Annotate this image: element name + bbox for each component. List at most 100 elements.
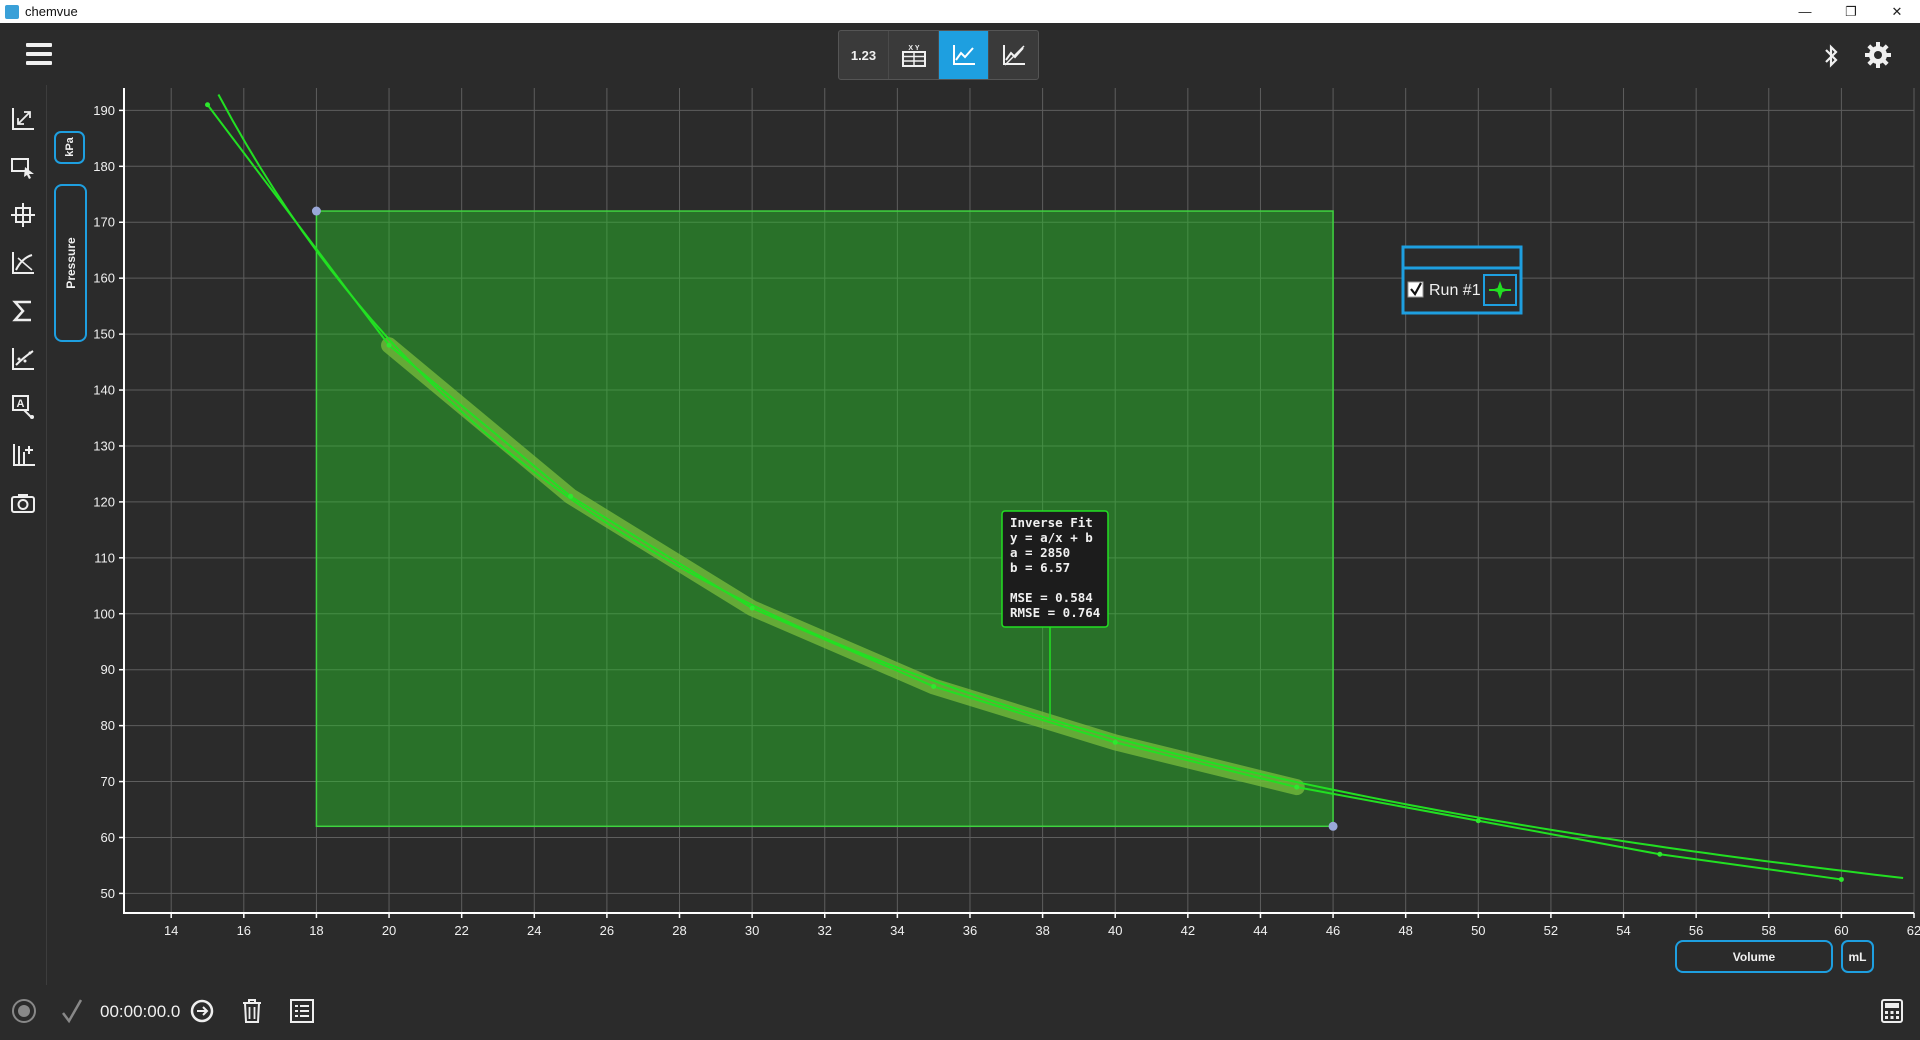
y-axis-label: Pressure — [64, 237, 78, 289]
annotation-icon: A — [12, 395, 34, 419]
graph-icon — [952, 45, 975, 65]
menu-icon[interactable] — [26, 43, 52, 65]
graph-view-button[interactable] — [939, 31, 989, 79]
data-point — [1475, 818, 1481, 824]
table-icon-text: X Y — [908, 45, 919, 52]
x-tick-label: 22 — [454, 923, 468, 938]
graph-panel[interactable]: 14 16 18 20 22 24 26 28 30 32 34 36 38 40 42 44 46 48 50 52… — [52, 85, 1920, 985]
y-tick-label: 100 — [93, 606, 115, 621]
window-controls: — ❐ ✕ — [1782, 0, 1920, 23]
view-mode-group: 1.23 X Y — [838, 30, 1039, 80]
data-sets-button[interactable] — [288, 997, 316, 1025]
x-tick-label: 54 — [1616, 923, 1630, 938]
data-point — [1657, 851, 1663, 857]
data-point — [1294, 784, 1300, 790]
fit-info-box[interactable]: Inverse Fit y = a/x + b a = 2850 b = 6.5… — [1001, 510, 1109, 628]
data-point — [386, 342, 392, 348]
fit-equation: y = a/x + b — [1010, 530, 1093, 545]
x-unit-button[interactable]: mL — [1841, 940, 1874, 973]
record-icon — [12, 999, 36, 1023]
y-tick-label: 50 — [101, 886, 115, 901]
legend[interactable]: Run #1 — [1401, 245, 1523, 315]
x-tick-label: 32 — [818, 923, 832, 938]
checkmark-icon — [62, 999, 83, 1024]
bluetooth-icon[interactable] — [1820, 43, 1842, 69]
y-tick-label: 120 — [93, 494, 115, 509]
y-unit-label: kPa — [64, 136, 76, 156]
x-tick-label: 60 — [1834, 923, 1848, 938]
examine-button[interactable] — [0, 191, 46, 239]
left-toolbar-divider — [46, 85, 47, 985]
window-titlebar: chemvue — ❐ ✕ — [0, 0, 1920, 23]
data-point — [931, 683, 937, 689]
selection-region[interactable] — [315, 210, 1334, 828]
y-tick-label: 160 — [93, 271, 115, 286]
legend-run-1-label: Run #1 — [1429, 282, 1481, 299]
annotation-button[interactable]: A — [0, 383, 46, 431]
selection-handle-top-left[interactable] — [311, 206, 321, 216]
x-tick-label: 46 — [1326, 923, 1340, 938]
record-button[interactable] — [10, 997, 38, 1025]
minimize-button[interactable]: — — [1782, 0, 1828, 23]
x-label-button[interactable]: Volume — [1675, 940, 1833, 973]
selection-handle-bottom-right[interactable] — [1328, 821, 1338, 831]
curve-fit-button[interactable] — [0, 335, 46, 383]
left-toolbar: A — [0, 95, 46, 527]
y-tick-label: 180 — [93, 159, 115, 174]
keep-button[interactable] — [60, 997, 84, 1025]
table-view-button[interactable]: X Y — [889, 31, 939, 79]
graph-table-icon — [1002, 45, 1025, 66]
y-unit-button[interactable]: kPa — [54, 131, 85, 164]
examine-icon — [11, 203, 35, 227]
x-tick-label: 20 — [382, 923, 396, 938]
x-tick-label: 36 — [963, 923, 977, 938]
x-tick-label: 26 — [600, 923, 614, 938]
y-tick-label: 150 — [93, 327, 115, 342]
restore-button[interactable]: ❐ — [1828, 0, 1874, 23]
y-tick-label: 80 — [101, 718, 115, 733]
x-tick-label: 48 — [1398, 923, 1412, 938]
y-label-button[interactable]: Pressure — [54, 184, 87, 342]
x-tick-label: 42 — [1181, 923, 1195, 938]
x-tick-label: 24 — [527, 923, 541, 938]
calculator-button[interactable] — [1878, 997, 1906, 1025]
chart-svg[interactable]: 14 16 18 20 22 24 26 28 30 32 34 36 38 40 42 44 46 48 50 52… — [52, 85, 1920, 985]
legend-run-1-style-button[interactable] — [1483, 274, 1517, 306]
statistics-button[interactable] — [0, 287, 46, 335]
x-tick-label: 52 — [1544, 923, 1558, 938]
tangent-icon — [12, 252, 34, 274]
svg-text:A: A — [17, 398, 25, 410]
statistics-icon — [12, 300, 31, 322]
x-tick-label: 18 — [309, 923, 323, 938]
app-icon — [5, 4, 19, 19]
x-tick-label: 44 — [1253, 923, 1267, 938]
graph-table-view-button[interactable] — [989, 31, 1038, 79]
data-point — [1112, 739, 1118, 745]
close-button[interactable]: ✕ — [1874, 0, 1920, 23]
graph-options-button[interactable] — [0, 431, 46, 479]
tangent-button[interactable] — [0, 239, 46, 287]
y-tick-label: 90 — [101, 662, 115, 677]
graph-options-icon — [13, 444, 35, 466]
x-tick-label: 30 — [745, 923, 759, 938]
x-tick-label: 50 — [1471, 923, 1485, 938]
camera-icon — [11, 494, 35, 513]
snapshot-button[interactable] — [0, 479, 46, 527]
delete-button[interactable] — [240, 997, 264, 1025]
data-point — [749, 605, 755, 611]
data-point — [568, 493, 574, 499]
select-region-button[interactable] — [0, 143, 46, 191]
bottom-bar: 00:00:00.0 — [0, 985, 1920, 1040]
x-tick-label: 62 — [1907, 923, 1920, 938]
data-collection-settings-button[interactable] — [188, 997, 216, 1025]
meter-view-button[interactable]: 1.23 — [839, 31, 889, 79]
curve-fit-icon — [12, 348, 34, 370]
gear-icon[interactable] — [1864, 41, 1892, 69]
x-tick-label: 34 — [890, 923, 904, 938]
y-tick-label: 70 — [101, 774, 115, 789]
meter-view-label: 1.23 — [850, 47, 877, 63]
autoscale-button[interactable] — [0, 95, 46, 143]
x-tick-label: 14 — [164, 923, 178, 938]
legend-run-1-checkbox[interactable] — [1407, 281, 1424, 298]
x-tick-label: 16 — [237, 923, 251, 938]
